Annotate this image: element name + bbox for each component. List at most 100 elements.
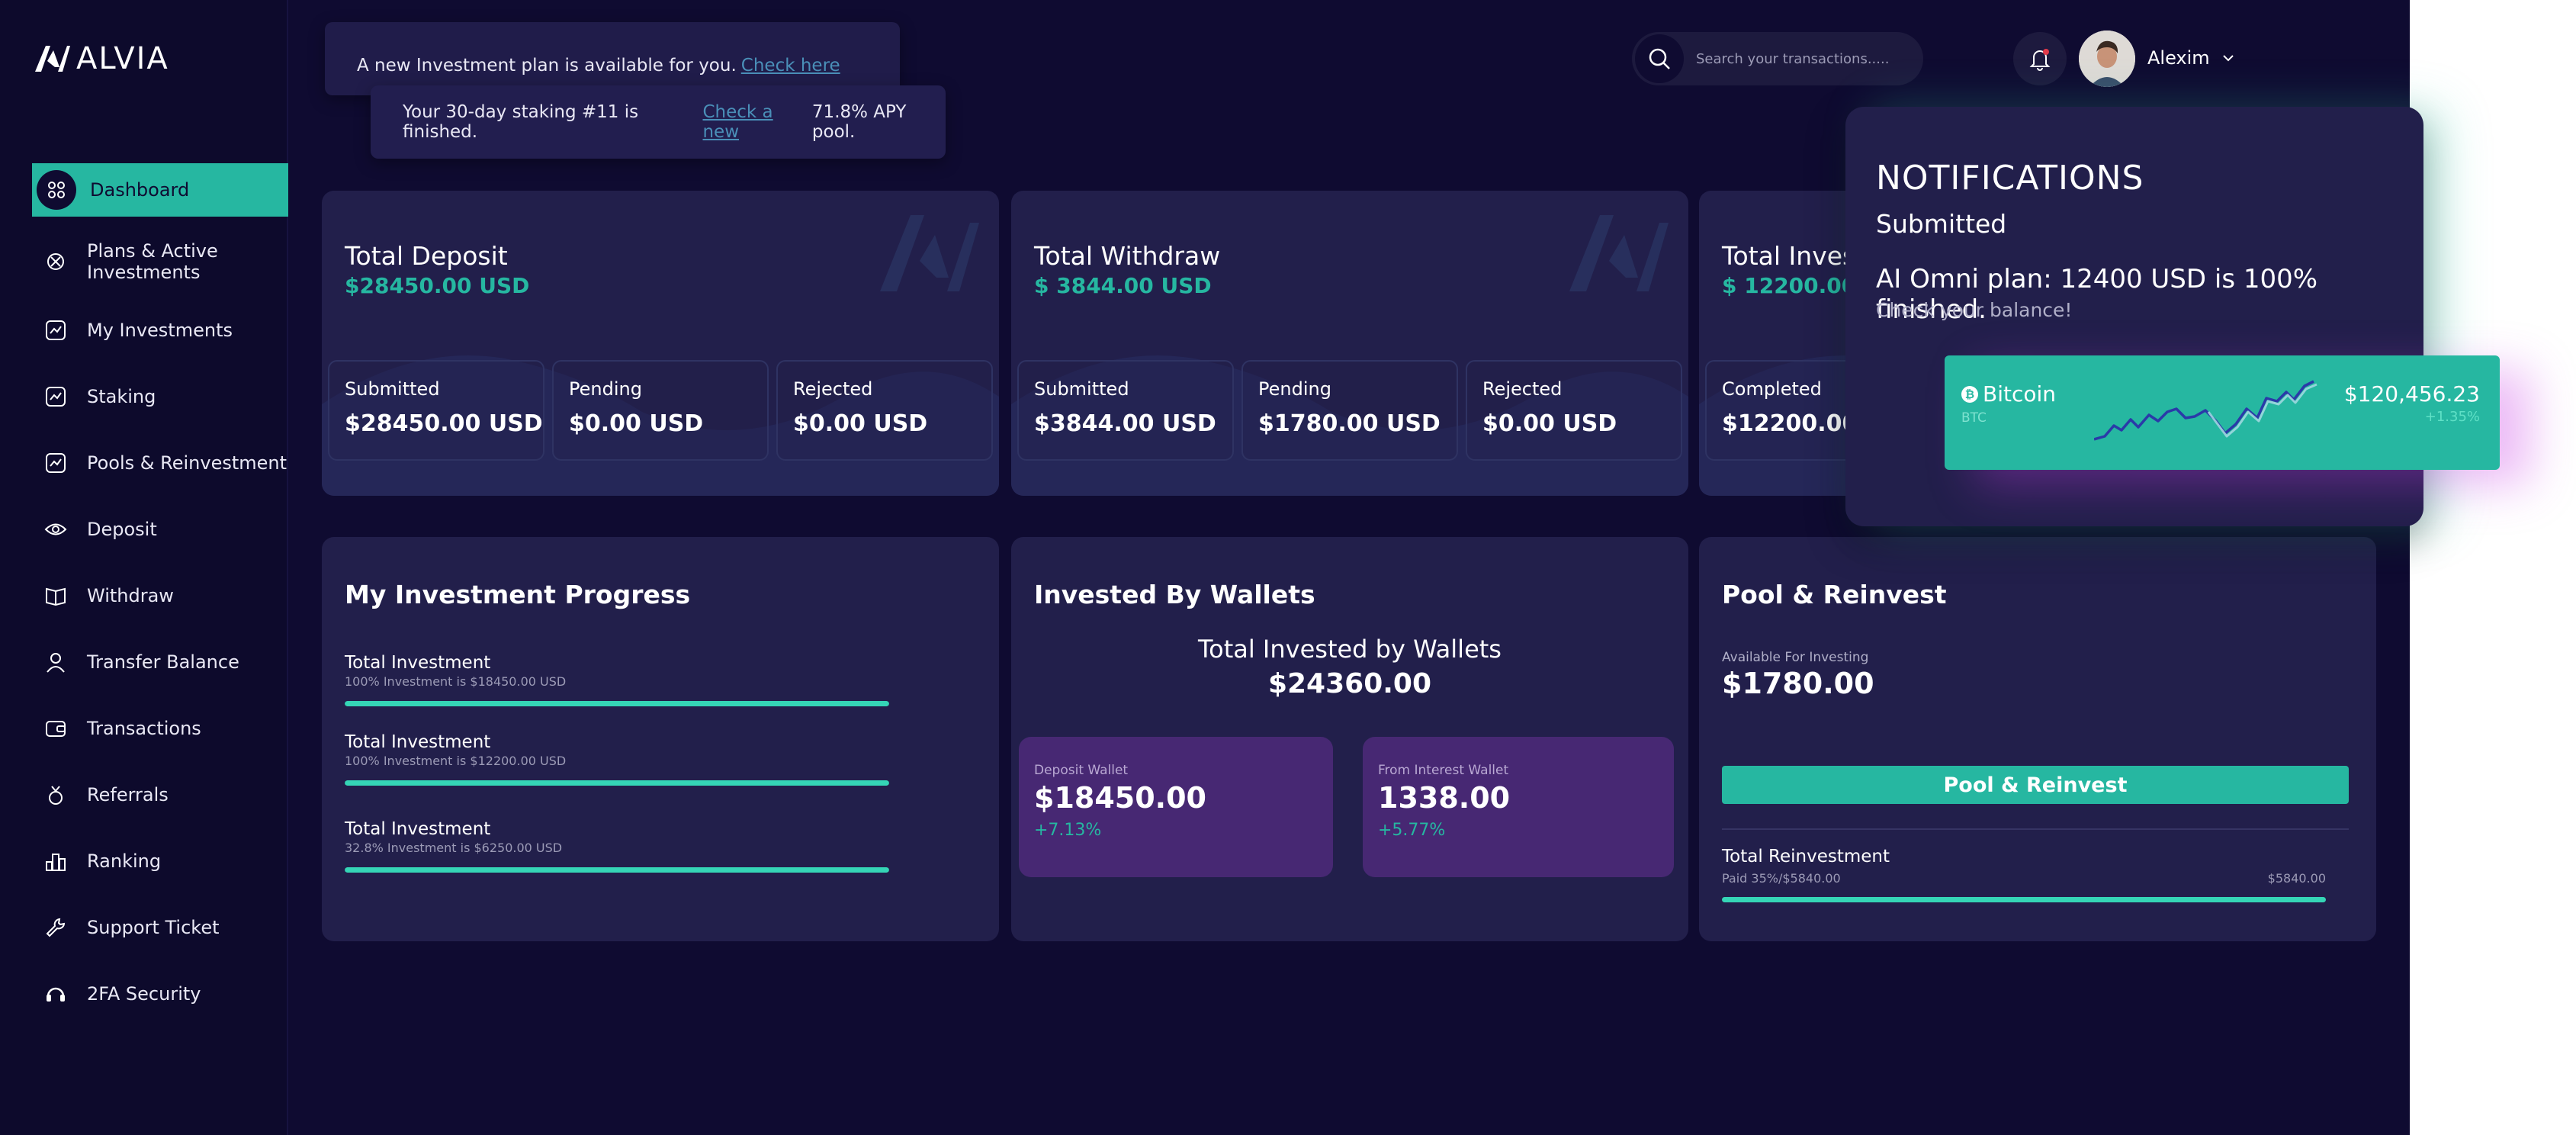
card-title: Total Deposit bbox=[345, 241, 508, 271]
user-photo-icon bbox=[2079, 31, 2135, 87]
coin-symbol: BTC bbox=[1961, 410, 1987, 426]
reinvest-amount: $5840.00 bbox=[2267, 871, 2326, 886]
progress-bar bbox=[345, 867, 889, 873]
notification-hint: Check your balance! bbox=[1876, 299, 2073, 321]
check-new-pool-link[interactable]: Check a new bbox=[702, 102, 807, 142]
sidebar-item-ranking[interactable]: Ranking bbox=[32, 834, 288, 888]
user-name: Alexim bbox=[2147, 47, 2210, 69]
progress-subtitle: 100% Investment is $12200.00 USD bbox=[345, 754, 567, 768]
available-value: $1780.00 bbox=[1722, 667, 1874, 700]
wallet-value: $18450.00 bbox=[1034, 781, 1206, 815]
sidebar-item-pools[interactable]: Pools & Reinvestment bbox=[32, 436, 288, 490]
bitcoin-icon: ₿ bbox=[1961, 385, 1978, 403]
check-here-link[interactable]: Check here bbox=[741, 56, 840, 76]
wallet-change: +5.77% bbox=[1378, 821, 1446, 840]
progress-item: Total Investment 100% Investment is $122… bbox=[345, 732, 889, 786]
chart-icon bbox=[44, 319, 67, 342]
wallet-total-label: Total Invested by Wallets bbox=[1198, 635, 1502, 664]
pool-reinvest-button[interactable]: Pool & Reinvest bbox=[1722, 766, 2349, 804]
brand-logo[interactable]: ALVIA bbox=[32, 41, 169, 76]
substat-value: $28450.00 USD bbox=[345, 410, 543, 437]
reinvest-progress-fill bbox=[1722, 897, 2326, 902]
substat-label: Submitted bbox=[1034, 378, 1129, 400]
bitcoin-ticker-card[interactable]: ₿ Bitcoin BTC $120,456.23 +1.35% bbox=[1945, 355, 2500, 470]
substat-value: $1780.00 USD bbox=[1258, 410, 1441, 437]
progress-subtitle: 32.8% Investment is $6250.00 USD bbox=[345, 841, 563, 855]
substat-label: Rejected bbox=[793, 378, 873, 400]
sidebar-item-my-investments[interactable]: My Investments bbox=[32, 304, 288, 357]
wallet-icon bbox=[44, 717, 67, 740]
sidebar-item-label: Dashboard bbox=[90, 179, 190, 201]
investment-progress-card: My Investment Progress Total Investment … bbox=[322, 537, 999, 941]
progress-fill bbox=[345, 780, 889, 786]
wallet-value: 1338.00 bbox=[1378, 781, 1511, 815]
pool-reinvest-card: Pool & Reinvest Available For Investing … bbox=[1699, 537, 2376, 941]
sidebar-nav: Dashboard Plans & Active Investments My … bbox=[32, 163, 288, 1034]
substats: Submitted $3844.00 USD Pending $1780.00 … bbox=[1017, 360, 1682, 461]
search-input[interactable] bbox=[1696, 50, 1910, 67]
search-button[interactable] bbox=[1635, 34, 1684, 83]
sidebar-item-plans[interactable]: Plans & Active Investments bbox=[32, 230, 288, 294]
chevron-down-icon bbox=[2222, 55, 2234, 62]
progress-item: Total Investment 32.8% Investment is $62… bbox=[345, 819, 889, 873]
brand-mark-icon bbox=[35, 46, 70, 72]
bell-icon bbox=[2029, 49, 2051, 71]
sidebar-item-label: Ranking bbox=[87, 850, 162, 872]
sidebar-item-2fa[interactable]: 2FA Security bbox=[32, 967, 288, 1021]
sidebar-item-staking[interactable]: Staking bbox=[32, 370, 288, 423]
substat-pending: Pending $0.00 USD bbox=[552, 360, 769, 461]
substat-label: Rejected bbox=[1482, 378, 1563, 400]
sidebar-item-transactions[interactable]: Transactions bbox=[32, 702, 288, 755]
toast-text: Your 30-day staking #11 is finished. bbox=[403, 102, 639, 142]
sidebar-item-withdraw[interactable]: Withdraw bbox=[32, 569, 288, 622]
substat-label: Pending bbox=[1258, 378, 1331, 400]
wrench-icon bbox=[44, 916, 67, 939]
sidebar-item-label: Referrals bbox=[87, 784, 169, 805]
available-label: Available For Investing bbox=[1722, 650, 1869, 665]
sidebar-item-label: Support Ticket bbox=[87, 917, 220, 938]
sidebar-item-label: Plans & Active Investments bbox=[87, 240, 218, 283]
referral-icon bbox=[44, 783, 67, 806]
avatar[interactable] bbox=[2079, 31, 2135, 87]
progress-bar bbox=[345, 780, 889, 786]
substat-label: Pending bbox=[569, 378, 642, 400]
substat-label: Submitted bbox=[345, 378, 440, 400]
toast-new-plan: A new Investment plan is available for y… bbox=[325, 22, 900, 95]
sidebar-item-referrals[interactable]: Referrals bbox=[32, 768, 288, 822]
plans-icon bbox=[44, 250, 67, 273]
sidebar-item-dashboard[interactable]: Dashboard bbox=[32, 163, 288, 217]
user-menu[interactable]: Alexim bbox=[2147, 47, 2234, 69]
chart-icon bbox=[44, 385, 67, 408]
progress-bar bbox=[345, 701, 889, 706]
sidebar-item-label: Transfer Balance bbox=[87, 651, 239, 673]
progress-fill bbox=[345, 867, 889, 873]
deposit-wallet-box[interactable]: Deposit Wallet $18450.00 +7.13% bbox=[1019, 737, 1333, 877]
sidebar: ALVIA Dashboard Plans & Active Investmen… bbox=[0, 0, 288, 1135]
toast-staking-finished: Your 30-day staking #11 is finished. Che… bbox=[371, 85, 946, 159]
card-title: Total Withdraw bbox=[1034, 241, 1221, 271]
divider bbox=[1722, 828, 2349, 830]
substat-rejected: Rejected $0.00 USD bbox=[1466, 360, 1682, 461]
substat-value: $0.00 USD bbox=[569, 410, 704, 437]
substat-value: $0.00 USD bbox=[1482, 410, 1617, 437]
chart-icon bbox=[44, 452, 67, 474]
dashboard-icon bbox=[37, 170, 76, 210]
sidebar-item-transfer[interactable]: Transfer Balance bbox=[32, 635, 288, 689]
user-icon bbox=[44, 651, 67, 674]
interest-wallet-box[interactable]: From Interest Wallet 1338.00 +5.77% bbox=[1363, 737, 1674, 877]
sidebar-item-label: Deposit bbox=[87, 519, 157, 540]
substat-rejected: Rejected $0.00 USD bbox=[776, 360, 993, 461]
book-icon bbox=[44, 584, 67, 607]
progress-title: Total Investment bbox=[345, 819, 491, 839]
notifications-panel: NOTIFICATIONS Submitted AI Omni plan: 12… bbox=[1845, 107, 2500, 526]
sidebar-item-deposit[interactable]: Deposit bbox=[32, 503, 288, 556]
notifications-button[interactable] bbox=[2013, 32, 2067, 85]
substat-submitted: Submitted $28450.00 USD bbox=[328, 360, 544, 461]
coin-name-row: ₿ Bitcoin bbox=[1961, 381, 2056, 407]
sidebar-item-label: My Investments bbox=[87, 320, 233, 341]
progress-item: Total Investment 100% Investment is $184… bbox=[345, 653, 889, 706]
toast-text-after: 71.8% APY pool. bbox=[811, 102, 907, 142]
sidebar-item-support[interactable]: Support Ticket bbox=[32, 901, 288, 954]
reinvest-paid: Paid 35%/$5840.00 bbox=[1722, 871, 1841, 886]
ranking-icon bbox=[44, 850, 67, 873]
